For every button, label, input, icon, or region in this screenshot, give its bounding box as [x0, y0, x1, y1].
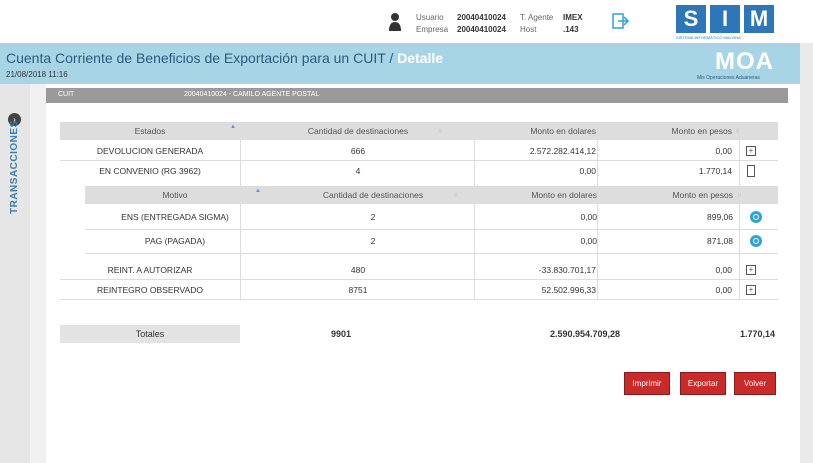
- sim-letter-m: M: [744, 5, 774, 33]
- sim-letter-s: S: [676, 5, 706, 33]
- cell-dolares: -33.830.701,17: [538, 265, 596, 275]
- totals-label: Totales: [60, 325, 240, 343]
- sim-letter-i: I: [710, 5, 740, 33]
- sim-logo: S I M SISTEMA INFORMÁTICO MALVINA: [676, 5, 778, 40]
- sort-icon[interactable]: ⇳: [735, 128, 740, 135]
- cuit-label: CUIT: [58, 91, 75, 98]
- cell-dolares: 0,00: [580, 236, 597, 246]
- subheader-pesos[interactable]: Monto en pesos: [599, 186, 733, 204]
- moa-subtitle: Mis Operaciones Aduaneras: [697, 75, 760, 81]
- table-row[interactable]: REINT. A AUTORIZAR 480 -33.830.701,17 0,…: [60, 261, 778, 279]
- table-row[interactable]: EN CONVENIO (RG 3962) 4 0,00 1.770,14: [60, 162, 778, 180]
- host-value: .143: [563, 25, 579, 34]
- moa-logo: MOA: [715, 48, 774, 75]
- divider: [60, 160, 778, 161]
- sort-asc-icon[interactable]: ▲: [230, 124, 236, 130]
- cell-pesos: 0,00: [715, 146, 732, 156]
- cell-pesos: 871,08: [707, 236, 733, 246]
- sidebar-transacciones[interactable]: TRANSACCIONES: [9, 120, 21, 214]
- cuit-value: 20040410024 - CAMILO AGENTE POSTAL: [184, 91, 320, 98]
- cell-pesos: 899,06: [707, 212, 733, 222]
- cell-estado: REINT. A AUTORIZAR: [107, 265, 193, 275]
- cell-cantidad: 480: [350, 265, 366, 275]
- divider: [60, 299, 778, 300]
- subheader-motivo[interactable]: Motivo: [85, 186, 265, 204]
- table-row[interactable]: REINTEGRO OBSERVADO 8751 52.502.996,33 0…: [60, 281, 778, 299]
- table-row[interactable]: DEVOLUCION GENERADA 666 2.572.282.414,12…: [60, 142, 778, 160]
- user-icon: [389, 13, 401, 31]
- cell-pesos: 0,00: [715, 265, 732, 275]
- cell-pesos: 1.770,14: [698, 166, 732, 176]
- divider: [60, 279, 778, 280]
- totals-cantidad: 9901: [331, 329, 352, 339]
- header-pesos[interactable]: Monto en pesos: [598, 122, 732, 140]
- sort-icon[interactable]: ⇳: [453, 192, 458, 199]
- sort-icon[interactable]: ⇳: [591, 128, 596, 135]
- cell-motivo: PAG (PAGADA): [144, 236, 206, 246]
- right-scroll-area[interactable]: [800, 43, 813, 463]
- cell-dolares: 0,00: [580, 212, 597, 222]
- expand-plus-icon[interactable]: +: [746, 265, 756, 275]
- cell-cantidad: 2: [370, 236, 376, 246]
- subtable-row[interactable]: PAG (PAGADA) 2 0,00 871,08: [85, 232, 778, 250]
- cell-estado: EN CONVENIO (RG 3962): [99, 166, 201, 176]
- column-separator: [739, 140, 740, 300]
- host-label: Host: [520, 25, 537, 34]
- user-value: 20040410024: [457, 13, 506, 22]
- sort-icon[interactable]: ⇳: [438, 128, 443, 135]
- sim-subtitle: SISTEMA INFORMÁTICO MALVINA: [676, 35, 741, 40]
- header-estados[interactable]: Estados: [60, 122, 240, 140]
- print-button[interactable]: Imprimir: [624, 372, 670, 395]
- totals-pesos: 1.770,14: [740, 329, 776, 339]
- subheader-dolares[interactable]: Monto en dolares: [469, 186, 597, 204]
- cell-dolares: 52.502.996,33: [541, 285, 596, 295]
- cell-pesos: 0,00: [715, 285, 732, 295]
- table-header: Estados ▲ Cantidad de destinaciones ⇳ Mo…: [60, 122, 778, 140]
- cell-estado: DEVOLUCION GENERADA: [96, 146, 204, 156]
- page-title-detail: Detalle: [397, 50, 444, 66]
- divider: [85, 229, 778, 230]
- company-value: 20040410024: [457, 25, 506, 34]
- cuit-bar: CUIT 20040410024 - CAMILO AGENTE POSTAL: [46, 88, 788, 103]
- subtable-header: Motivo ▲ Cantidad de destinaciones ⇳ Mon…: [85, 186, 778, 204]
- cell-estado: REINTEGRO OBSERVADO: [97, 285, 203, 295]
- company-label: Empresa: [416, 25, 449, 34]
- header-dolares[interactable]: Monto en dolares: [476, 122, 596, 140]
- agent-value: IMEX: [563, 13, 583, 22]
- totals-dolares: 2.590.954.709,28: [550, 329, 621, 339]
- page-title: Cuenta Corriente de Beneficios de Export…: [6, 50, 443, 66]
- column-separator: [240, 140, 241, 300]
- subheader-cantidad[interactable]: Cantidad de destinaciones: [267, 186, 479, 204]
- sort-asc-icon[interactable]: ▲: [255, 188, 261, 194]
- column-separator: [597, 140, 598, 300]
- collapse-minus-icon[interactable]: [747, 165, 755, 177]
- search-detail-icon[interactable]: [750, 211, 762, 223]
- page-date: 21/08/2018 11:16: [6, 70, 68, 79]
- logout-icon[interactable]: [612, 13, 630, 29]
- cell-motivo: ENS (ENTREGADA SIGMA): [121, 212, 229, 222]
- divider: [85, 253, 778, 254]
- cell-cantidad: 8751: [348, 285, 368, 295]
- page-banner: Cuenta Corriente de Beneficios de Export…: [0, 43, 800, 84]
- sidebar-label: TRANSACCIONES: [9, 120, 20, 214]
- cell-cantidad: 2: [370, 212, 376, 222]
- cell-cantidad: 4: [355, 166, 361, 176]
- top-bar: Usuario 20040410024 Empresa 20040410024 …: [0, 0, 813, 43]
- user-label: Usuario: [416, 13, 444, 22]
- cell-dolares: 2.572.282.414,12: [529, 146, 596, 156]
- cell-dolares: 0,00: [579, 166, 596, 176]
- subtable-row[interactable]: ENS (ENTREGADA SIGMA) 2 0,00 899,06: [85, 208, 778, 226]
- search-detail-icon[interactable]: [750, 235, 762, 247]
- expand-plus-icon[interactable]: +: [746, 285, 756, 295]
- expand-plus-icon[interactable]: +: [746, 146, 756, 156]
- column-separator: [474, 140, 475, 300]
- cell-cantidad: 666: [350, 146, 366, 156]
- page-title-text: Cuenta Corriente de Beneficios de Export…: [6, 50, 394, 66]
- back-button[interactable]: Volver: [734, 372, 776, 395]
- agent-label: T. Agente: [520, 13, 554, 22]
- export-button[interactable]: Exportar: [680, 372, 726, 395]
